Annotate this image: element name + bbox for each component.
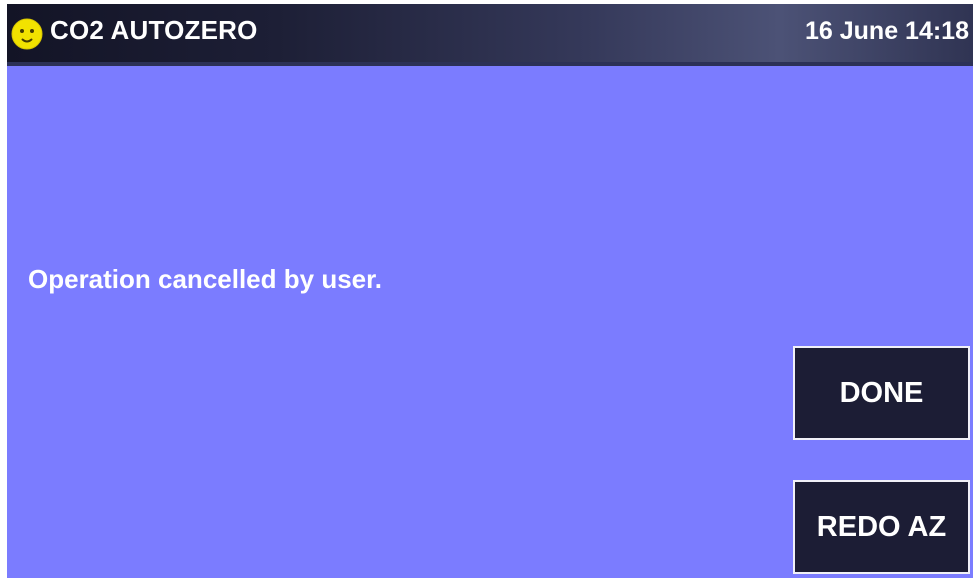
main-panel: CO2 AUTOZERO 16 June 14:18 Operation can… — [7, 4, 973, 578]
done-button[interactable]: DONE — [793, 346, 970, 440]
redo-az-button[interactable]: REDO AZ — [793, 480, 970, 574]
screen-title: CO2 AUTOZERO — [50, 15, 258, 45]
date-time: 16 June 14:18 — [805, 17, 969, 45]
smiley-face-icon — [11, 18, 43, 50]
status-message: Operation cancelled by user. — [28, 264, 383, 294]
device-screen: CO2 AUTOZERO 16 June 14:18 Operation can… — [0, 0, 973, 578]
title-bar: CO2 AUTOZERO 16 June 14:18 — [7, 4, 973, 66]
